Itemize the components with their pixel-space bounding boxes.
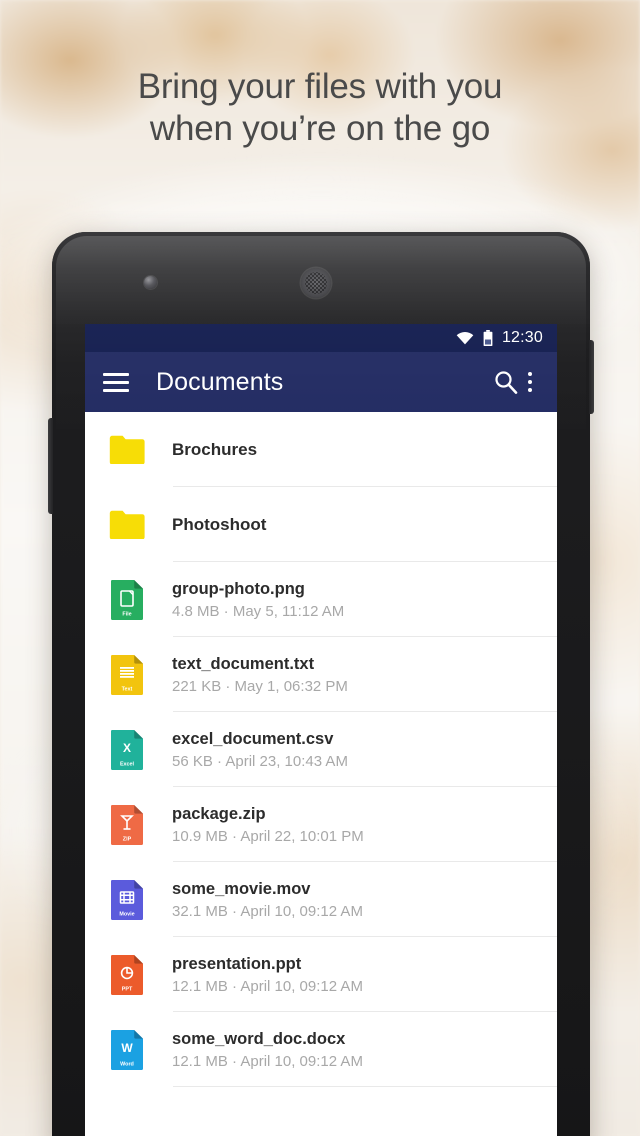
list-item-icon-wrap: File: [104, 579, 150, 620]
list-item-name: Photoshoot: [172, 514, 267, 534]
list-item-meta: 56 KB · April 23, 10:43 AM: [172, 752, 348, 770]
file-excel-icon: X Excel: [111, 729, 143, 770]
wifi-icon: [456, 332, 474, 345]
status-bar-clock: 12:30: [501, 329, 543, 346]
list-item-name: some_movie.mov: [172, 879, 311, 898]
power-button[interactable]: [589, 340, 594, 414]
file-list-item[interactable]: W Word some_word_doc.docx 12.1 MB · April 1…: [85, 1012, 557, 1087]
list-item-name: text_document.txt: [172, 654, 315, 673]
list-item-name: group-photo.png: [172, 579, 305, 598]
hamburger-menu-icon[interactable]: [103, 372, 129, 392]
svg-text:W: W: [121, 1041, 133, 1055]
list-item-text: Photoshoot: [172, 514, 266, 536]
svg-text:X: X: [123, 741, 131, 755]
list-item-name: package.zip: [172, 804, 266, 823]
list-item-text: some_word_doc.docx 12.1 MB · April 10, 09…: [172, 1028, 363, 1072]
status-bar: 12:30: [85, 324, 557, 352]
file-icon-label: Word: [120, 1061, 134, 1067]
list-item-meta: 4.8 MB · May 5, 11:12 AM: [172, 602, 345, 620]
file-icon-label: File: [122, 611, 131, 617]
file-text-icon: Text: [111, 654, 143, 695]
list-item-icon-wrap: [104, 435, 150, 464]
list-divider: [173, 1086, 557, 1087]
list-item-icon-wrap: [104, 510, 150, 539]
list-item-name: excel_document.csv: [172, 729, 334, 748]
list-item-name: Brochures: [172, 439, 258, 459]
folder-icon: [109, 510, 145, 539]
headline-line-2: when you’re on the go: [149, 109, 491, 148]
phone-screen: 12:30 Documents Brochures Photoshoot File g…: [85, 324, 557, 1136]
file-list-item[interactable]: File group-photo.png 4.8 MB · May 5, 11:12…: [85, 562, 557, 637]
page-title: Bring your files with you when you’re on…: [0, 66, 640, 150]
file-list-item[interactable]: Movie some_movie.mov 32.1 MB · April 10, 0…: [85, 862, 557, 937]
list-item-meta: 12.1 MB · April 10, 09:12 AM: [172, 1052, 363, 1070]
app-bar: Documents: [85, 352, 557, 412]
list-item-text: some_movie.mov 32.1 MB · April 10, 09:12 …: [172, 878, 363, 922]
file-powerpoint-icon: PPT: [111, 954, 143, 995]
list-item-text: presentation.ppt 12.1 MB · April 10, 09:1…: [172, 953, 363, 997]
screenshot-stage: Bring your files with you when you’re on…: [0, 0, 640, 1136]
list-item-icon-wrap: Movie: [104, 879, 150, 920]
file-list-item[interactable]: ZIP package.zip 10.9 MB · April 22, 10:01 …: [85, 787, 557, 862]
list-item-text: group-photo.png 4.8 MB · May 5, 11:12 AM: [172, 578, 344, 622]
file-list-item[interactable]: X Excel excel_document.csv 56 KB · April 23…: [85, 712, 557, 787]
folder-list-item[interactable]: Photoshoot: [85, 487, 557, 562]
list-item-text: text_document.txt 221 KB · May 1, 06:32 P…: [172, 653, 348, 697]
volume-button[interactable]: [48, 418, 53, 514]
file-icon-label: PPT: [122, 986, 133, 992]
list-item-icon-wrap: PPT: [104, 954, 150, 995]
file-list-item[interactable]: PPT presentation.ppt 12.1 MB · April 10, 0…: [85, 937, 557, 1012]
list-item-icon-wrap: Text: [104, 654, 150, 695]
list-item-text: excel_document.csv 56 KB · April 23, 10:4…: [172, 728, 348, 772]
search-icon[interactable]: [493, 369, 519, 395]
list-item-text: Brochures: [172, 439, 257, 461]
phone-top-bezel: [52, 232, 590, 324]
phone-device-frame: 12:30 Documents Brochures Photoshoot File g…: [48, 232, 594, 1136]
headline-line-1: Bring your files with you: [137, 67, 503, 106]
file-icon-label: Excel: [120, 761, 135, 767]
file-icon-label: ZIP: [123, 836, 132, 842]
list-item-meta: 32.1 MB · April 10, 09:12 AM: [172, 902, 363, 920]
app-bar-title: Documents: [156, 367, 284, 396]
file-zip-icon: ZIP: [111, 804, 143, 845]
file-list: Brochures Photoshoot File group-photo.png 4.…: [85, 412, 557, 1087]
file-icon-label: Text: [122, 686, 133, 692]
file-icon-label: Movie: [119, 911, 134, 917]
file-list-item[interactable]: Text text_document.txt 221 KB · May 1, 06:…: [85, 637, 557, 712]
list-item-icon-wrap: X Excel: [104, 729, 150, 770]
folder-list-item[interactable]: Brochures: [85, 412, 557, 487]
file-word-icon: W Word: [111, 1029, 143, 1070]
list-item-name: some_word_doc.docx: [172, 1029, 346, 1048]
file-movie-icon: Movie: [111, 879, 143, 920]
battery-icon: [483, 330, 493, 346]
earpiece-speaker-icon: [301, 268, 331, 298]
list-item-meta: 10.9 MB · April 22, 10:01 PM: [172, 827, 364, 845]
list-item-icon-wrap: ZIP: [104, 804, 150, 845]
list-item-meta: 12.1 MB · April 10, 09:12 AM: [172, 977, 363, 995]
list-item-text: package.zip 10.9 MB · April 22, 10:01 PM: [172, 803, 364, 847]
folder-icon: [109, 435, 145, 464]
list-item-icon-wrap: W Word: [104, 1029, 150, 1070]
file-image-icon: File: [111, 579, 143, 620]
list-item-meta: 221 KB · May 1, 06:32 PM: [172, 677, 348, 695]
front-camera-icon: [144, 276, 157, 289]
list-item-name: presentation.ppt: [172, 954, 302, 973]
overflow-menu-icon[interactable]: [519, 369, 541, 395]
